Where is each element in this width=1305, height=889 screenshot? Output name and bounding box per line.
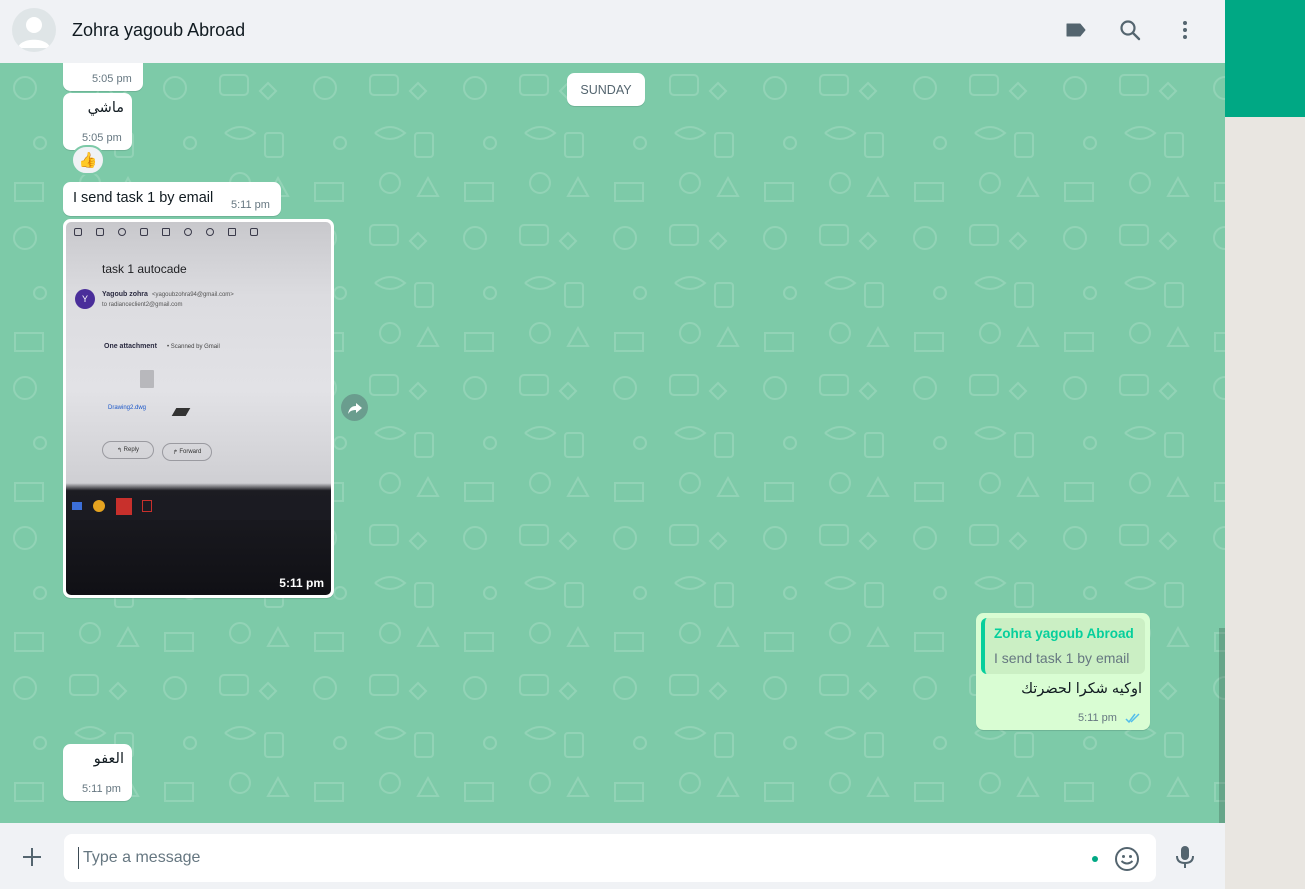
message-bubble-incoming[interactable]: I send task 1 by email 5:11 pm: [63, 182, 281, 216]
photo-recipient: to radianceclient2@gmail.com: [102, 302, 183, 308]
photo-attachment-info: One attachment: [104, 343, 157, 350]
photo-taskbar: [66, 496, 331, 520]
photo-sender: Yagoub zohra: [102, 291, 148, 298]
quoted-text: I send task 1 by email: [994, 650, 1130, 666]
photo-subject: task 1 autocade: [102, 262, 187, 276]
photo-scanned: • Scanned by Gmail: [167, 344, 220, 350]
forward-button[interactable]: [341, 394, 368, 421]
message-input-container[interactable]: [64, 834, 1156, 882]
file-icon: [140, 370, 154, 388]
photo-reply-button: ↰ Reply: [102, 441, 154, 459]
status-dot: [1092, 856, 1098, 862]
message-input[interactable]: [78, 847, 1078, 869]
date-divider: SUNDAY: [567, 73, 645, 106]
quoted-author: Zohra yagoub Abroad: [994, 626, 1134, 641]
emoji-icon[interactable]: [1114, 846, 1140, 872]
label-icon[interactable]: [1062, 16, 1090, 44]
attach-plus-icon[interactable]: [20, 845, 44, 869]
accent-bar: [1225, 0, 1305, 117]
chat-header: Zohra yagoub Abroad: [0, 0, 1225, 63]
photo-file: Drawing2.dwg: [108, 405, 147, 411]
message-bubble-incoming[interactable]: 5:05 pm: [63, 63, 143, 91]
chat-scrollbar[interactable]: [1219, 628, 1225, 823]
default-avatar-icon: [18, 17, 50, 48]
read-receipt-icon: [1125, 713, 1140, 724]
menu-icon[interactable]: [1171, 16, 1199, 44]
image-message[interactable]: task 1 autocade Y Yagoub zohra <yagoubzo…: [63, 219, 334, 598]
message-text: I send task 1 by email: [73, 190, 214, 206]
search-icon[interactable]: [1116, 16, 1144, 44]
message-text: العفو: [93, 751, 124, 767]
message-time: 5:05 pm: [82, 132, 122, 144]
message-text: ماشي: [87, 100, 124, 116]
quoted-message[interactable]: Zohra yagoub Abroad I send task 1 by ema…: [981, 618, 1145, 674]
message-text: اوكيه شكرا لحضرتك: [1021, 681, 1142, 697]
message-bubble-incoming[interactable]: ماشي 5:05 pm: [63, 93, 132, 150]
photo-forward-button: ↱ Forward: [162, 443, 212, 461]
message-time: 5:11 pm: [1078, 712, 1117, 724]
message-bubble-outgoing[interactable]: Zohra yagoub Abroad I send task 1 by ema…: [976, 613, 1150, 730]
photo-sender-email: <yagoubzohra94@gmail.com>: [152, 292, 234, 298]
microphone-icon[interactable]: [1173, 844, 1197, 870]
thumbs-up-icon: 👍: [78, 152, 98, 169]
message-time: 5:11 pm: [279, 576, 324, 590]
contact-avatar[interactable]: [12, 8, 56, 52]
message-time: 5:11 pm: [82, 783, 121, 795]
chat-area[interactable]: SUNDAY 5:05 pm ماشي 5:05 pm 👍 I send tas…: [0, 63, 1225, 823]
contact-name[interactable]: Zohra yagoub Abroad: [72, 20, 245, 41]
composer: [0, 823, 1225, 889]
photo-gmail-toolbar: [74, 228, 324, 240]
message-time: 5:11 pm: [231, 199, 270, 211]
message-photo[interactable]: task 1 autocade Y Yagoub zohra <yagoubzo…: [66, 222, 331, 595]
side-panel-edge: [1225, 0, 1305, 889]
message-bubble-incoming[interactable]: العفو 5:11 pm: [63, 744, 132, 801]
reaction-badge[interactable]: 👍: [71, 145, 105, 175]
message-time: 5:05 pm: [92, 73, 132, 85]
forward-arrow-icon: [347, 402, 362, 414]
photo-sender-avatar: Y: [75, 289, 95, 309]
